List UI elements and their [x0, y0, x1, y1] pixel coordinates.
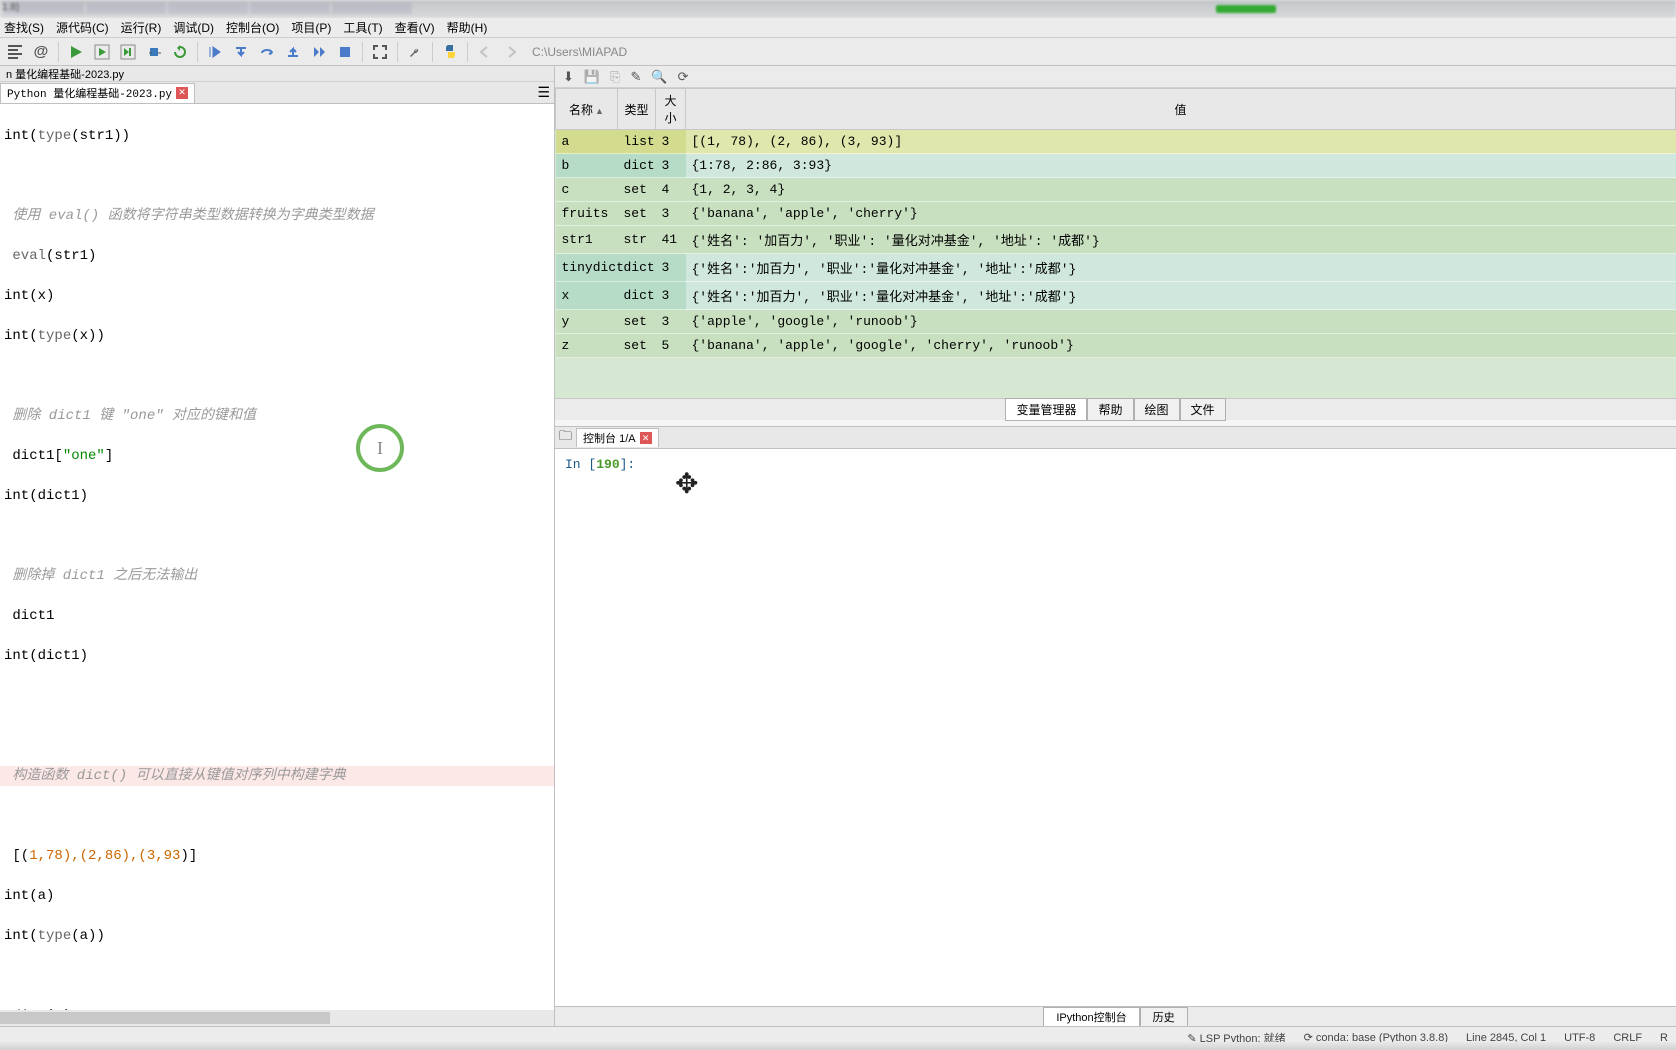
window-fragment-text: 1.8) [2, 2, 19, 13]
run-icon[interactable] [65, 41, 87, 63]
menu-projects[interactable]: 项目(P) [291, 19, 331, 36]
col-value[interactable]: 值 [686, 89, 1676, 130]
run-selection-icon[interactable] [143, 41, 165, 63]
tab-history[interactable]: 历史 [1140, 1007, 1188, 1027]
forward-icon[interactable] [500, 41, 522, 63]
console-output[interactable]: In [190]: ✥ [555, 449, 1676, 1006]
console-tab-active[interactable]: 控制台 1/A ✕ [576, 428, 659, 447]
python-icon[interactable] [439, 41, 461, 63]
col-name[interactable]: 名称▲ [556, 89, 618, 130]
debug-stop-icon[interactable] [334, 41, 356, 63]
tab-files[interactable]: 文件 [1180, 398, 1226, 421]
menu-source[interactable]: 源代码(C) [56, 19, 109, 36]
variable-toolbar: ⬇ 💾 ⎘ ✎ 🔍 ⟳ [555, 66, 1676, 88]
col-type[interactable]: 类型 [618, 89, 656, 130]
code-editor[interactable]: int(type(str1)) 使用 eval() 函数将字符串类型数据转换为字… [0, 104, 554, 1026]
variable-row[interactable]: alist3[(1, 78), (2, 86), (3, 93)] [556, 130, 1676, 154]
os-taskbar-edge [0, 1042, 1676, 1050]
run-cell-icon[interactable] [91, 41, 113, 63]
menu-bar: 查找(S) 源代码(C) 运行(R) 调试(D) 控制台(O) 项目(P) 工具… [0, 18, 1676, 38]
menu-search[interactable]: 查找(S) [4, 19, 44, 36]
refresh-icon[interactable]: ⟳ [678, 69, 689, 85]
debug-step-icon[interactable] [204, 41, 226, 63]
wrench-icon[interactable] [404, 41, 426, 63]
variable-row[interactable]: xdict3{'姓名':'加百力', '职业':'量化对冲基金', '地址':'… [556, 282, 1676, 310]
close-icon[interactable]: ✕ [640, 432, 652, 444]
run-cell-advance-icon[interactable] [117, 41, 139, 63]
editor-pane: n 量化编程基础-2023.py Python 量化编程基础-2023.py ✕… [0, 66, 555, 1026]
battery-icon [1216, 5, 1276, 13]
console-tab-bar: 🗀 控制台 1/A ✕ [555, 427, 1676, 449]
variable-row[interactable]: bdict3{1:78, 2:86, 3:93} [556, 154, 1676, 178]
at-icon[interactable]: @ [30, 41, 52, 63]
console-bottom-tabs: IPython控制台 历史 [555, 1006, 1676, 1026]
debug-into-icon[interactable] [230, 41, 252, 63]
variable-row[interactable]: str1str41{'姓名': '加百力', '职业': '量化对冲基金', '… [556, 226, 1676, 254]
debug-over-icon[interactable] [256, 41, 278, 63]
menu-run[interactable]: 运行(R) [121, 19, 162, 36]
file-tab-label: Python 量化编程基础-2023.py [7, 85, 172, 101]
search-icon[interactable]: 🔍 [651, 69, 667, 85]
menu-help[interactable]: 帮助(H) [447, 19, 488, 36]
tab-variable-explorer[interactable]: 变量管理器 [1005, 398, 1087, 421]
console-tab-label: 控制台 1/A [583, 430, 636, 446]
col-size[interactable]: 大小 [656, 89, 686, 130]
right-pane-tabs: 变量管理器 帮助 绘图 文件 [555, 398, 1676, 420]
console-pane: 🗀 控制台 1/A ✕ In [190]: ✥ IPython控制台 历史 [555, 426, 1676, 1026]
debug-continue-icon[interactable] [308, 41, 330, 63]
working-dir-path[interactable]: C:\Users\MIAPAD [532, 45, 627, 59]
menu-view[interactable]: 查看(V) [395, 19, 435, 36]
tab-help[interactable]: 帮助 [1087, 398, 1133, 421]
indent-icon[interactable] [4, 41, 26, 63]
tab-plots[interactable]: 绘图 [1134, 398, 1180, 421]
tab-ipython-console[interactable]: IPython控制台 [1043, 1007, 1139, 1027]
clear-icon[interactable]: ✎ [631, 69, 642, 85]
rerun-icon[interactable] [169, 41, 191, 63]
close-icon[interactable]: ✕ [176, 87, 188, 99]
blurred-window-chrome: 1.8) [0, 0, 1676, 18]
menu-consoles[interactable]: 控制台(O) [226, 19, 279, 36]
variable-explorer: 名称▲ 类型 大小 值 alist3[(1, 78), (2, 86), (3,… [555, 88, 1676, 398]
back-icon[interactable] [474, 41, 496, 63]
save-icon[interactable]: 💾 [584, 69, 600, 85]
menu-debug[interactable]: 调试(D) [173, 19, 214, 36]
empty-space [555, 358, 1676, 398]
hamburger-icon[interactable]: ☰ [537, 84, 550, 101]
import-icon[interactable]: ⬇ [563, 69, 574, 85]
variable-row[interactable]: yset3{'apple', 'google', 'runoob'} [556, 310, 1676, 334]
variable-row[interactable]: zset5{'banana', 'apple', 'google', 'cher… [556, 334, 1676, 358]
variable-row[interactable]: cset4{1, 2, 3, 4} [556, 178, 1676, 202]
move-cursor-icon: ✥ [675, 467, 698, 502]
maximize-icon[interactable] [369, 41, 391, 63]
horizontal-scrollbar[interactable] [0, 1010, 554, 1026]
main-toolbar: @ C:\Users\MIAPAD [0, 38, 1676, 66]
debug-out-icon[interactable] [282, 41, 304, 63]
variable-row[interactable]: tinydictdict3{'姓名':'加百力', '职业':'量化对冲基金',… [556, 254, 1676, 282]
file-tab-active[interactable]: Python 量化编程基础-2023.py ✕ [0, 83, 195, 103]
save-as-icon[interactable]: ⎘ [610, 69, 620, 85]
right-pane: ⬇ 💾 ⎘ ✎ 🔍 ⟳ 名称▲ 类型 大小 值 alist3[(1, 78), … [555, 66, 1676, 1026]
menu-tools[interactable]: 工具(T) [343, 19, 382, 36]
variable-row[interactable]: fruitsset3{'banana', 'apple', 'cherry'} [556, 202, 1676, 226]
editor-breadcrumb[interactable]: n 量化编程基础-2023.py [0, 66, 554, 82]
file-tab-bar: Python 量化编程基础-2023.py ✕ ☰ [0, 82, 554, 104]
folder-icon[interactable]: 🗀 [559, 427, 572, 449]
